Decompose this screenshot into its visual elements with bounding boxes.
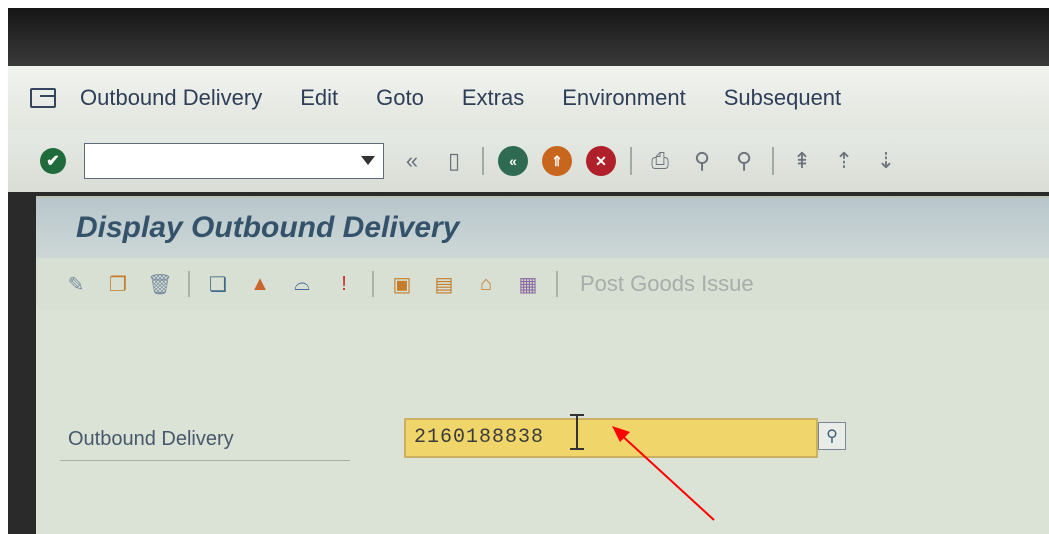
search-help-icon[interactable]: ⚲ bbox=[818, 422, 846, 450]
toolbar-separator bbox=[188, 271, 190, 297]
first-page-icon[interactable]: ⇞ bbox=[788, 147, 816, 175]
save-icon[interactable]: ▯ bbox=[440, 147, 468, 175]
post-goods-issue-button[interactable]: Post Goods Issue bbox=[580, 271, 754, 297]
title-bar: Display Outbound Delivery bbox=[36, 198, 1049, 258]
cancel-icon[interactable]: ✕ bbox=[586, 146, 616, 176]
doc-icon[interactable]: ▤ bbox=[430, 271, 458, 297]
system-menu-icon[interactable] bbox=[30, 88, 56, 108]
alert-icon[interactable]: ! bbox=[330, 271, 358, 297]
command-field[interactable] bbox=[84, 143, 384, 179]
green-back-icon[interactable]: « bbox=[498, 146, 528, 176]
command-input[interactable] bbox=[89, 145, 343, 177]
box-icon[interactable]: ▣ bbox=[388, 271, 416, 297]
menu-outbound-delivery[interactable]: Outbound Delivery bbox=[80, 85, 262, 111]
text-cursor-icon bbox=[570, 414, 584, 450]
print-icon[interactable]: ⎙ bbox=[646, 147, 674, 175]
enter-check-icon[interactable]: ✔ bbox=[40, 148, 66, 174]
monitor-bezel bbox=[8, 8, 1049, 66]
toolbar-separator bbox=[630, 147, 632, 175]
prev-page-icon[interactable]: ⇡ bbox=[830, 147, 858, 175]
hat-icon[interactable]: ⌓ bbox=[288, 271, 316, 297]
mountain-icon[interactable]: ▲ bbox=[246, 271, 274, 297]
application-toolbar: ✎ ❐ 🗑 ❏ ▲ ⌓ ! ▣ ▤ ⌂ ▦ Post Goods Issue bbox=[36, 258, 1049, 310]
menu-environment[interactable]: Environment bbox=[562, 85, 686, 111]
table-icon[interactable]: ▦ bbox=[514, 271, 542, 297]
find-next-icon[interactable]: ⚲ bbox=[730, 147, 758, 175]
toolbar-separator bbox=[556, 271, 558, 297]
outbound-delivery-field[interactable] bbox=[404, 418, 818, 458]
house-icon[interactable]: ⌂ bbox=[472, 271, 500, 297]
display-change-icon[interactable]: ✎ bbox=[62, 271, 90, 297]
chevron-down-icon[interactable] bbox=[361, 156, 375, 165]
toolbar-separator bbox=[482, 147, 484, 175]
menu-subsequent[interactable]: Subsequent bbox=[724, 85, 841, 111]
outbound-delivery-input[interactable] bbox=[412, 420, 796, 454]
menu-bar: Outbound Delivery Edit Goto Extras Envir… bbox=[8, 66, 1049, 130]
exit-icon[interactable]: ⇑ bbox=[542, 146, 572, 176]
outbound-delivery-label: Outbound Delivery bbox=[68, 428, 234, 450]
standard-toolbar: ✔ « ▯ « ⇑ ✕ ⎙ ⚲ ⚲ ⇞ ⇡ ⇣ bbox=[8, 130, 1049, 192]
delete-icon[interactable]: 🗑 bbox=[146, 271, 174, 297]
next-page-icon[interactable]: ⇣ bbox=[872, 147, 900, 175]
back-icon[interactable]: « bbox=[398, 147, 426, 175]
find-icon[interactable]: ⚲ bbox=[688, 147, 716, 175]
outbound-delivery-row: Outbound Delivery ⚲ bbox=[60, 418, 846, 461]
main-panel: Display Outbound Delivery ✎ ❐ 🗑 ❏ ▲ ⌓ ! … bbox=[36, 196, 1049, 534]
create-icon[interactable]: ❐ bbox=[104, 271, 132, 297]
toolbar-separator bbox=[372, 271, 374, 297]
menu-edit[interactable]: Edit bbox=[300, 85, 338, 111]
page-title: Display Outbound Delivery bbox=[76, 211, 460, 244]
menu-goto[interactable]: Goto bbox=[376, 85, 424, 111]
copy-icon[interactable]: ❏ bbox=[204, 271, 232, 297]
sap-screen: Outbound Delivery Edit Goto Extras Envir… bbox=[8, 8, 1049, 534]
label-underline bbox=[60, 460, 350, 461]
menu-extras[interactable]: Extras bbox=[462, 85, 524, 111]
toolbar-separator bbox=[772, 147, 774, 175]
